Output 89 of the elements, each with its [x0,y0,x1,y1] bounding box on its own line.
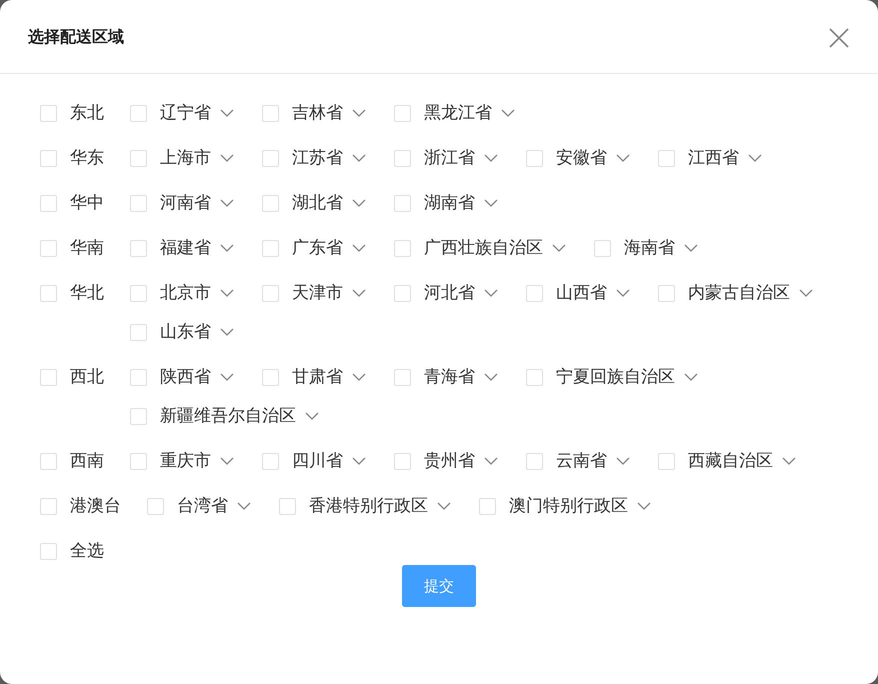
checkbox[interactable] [40,240,57,256]
checkbox[interactable] [279,498,296,514]
province-label: 天津市 [292,283,343,303]
province-label: 海南省 [624,238,675,258]
checkbox[interactable] [394,150,411,166]
region-label: 东北 [70,103,104,123]
checkbox[interactable] [40,542,57,560]
checkbox[interactable] [526,368,543,386]
checkbox[interactable] [262,150,279,166]
checkbox[interactable] [394,240,411,256]
region-label: 西北 [70,367,104,387]
checkbox[interactable] [130,240,147,256]
checkbox[interactable] [658,452,675,470]
checkbox[interactable] [40,284,57,302]
province-label: 北京市 [160,283,211,303]
province-label: 湖南省 [424,193,475,213]
checkbox[interactable] [262,452,279,470]
checkbox[interactable] [130,324,147,340]
checkbox[interactable] [394,284,411,302]
checkbox[interactable] [40,104,57,122]
checkbox[interactable] [40,194,57,212]
submit-button[interactable]: 提交 [402,565,476,607]
province-label: 河南省 [160,193,211,213]
province-label: 西藏自治区 [688,451,773,471]
province-label: 宁夏回族自治区 [556,367,675,387]
province-label: 云南省 [556,451,607,471]
region-label: 港澳台 [70,496,121,516]
checkbox[interactable] [130,408,147,424]
checkbox[interactable] [658,284,675,302]
province-label: 上海市 [160,148,211,168]
checkbox[interactable] [130,284,147,302]
province-label: 浙江省 [424,148,475,168]
province-label: 江西省 [688,148,739,168]
province-label: 山东省 [160,322,211,342]
checkbox[interactable] [40,150,57,166]
province-label: 内蒙古自治区 [688,283,790,303]
checkbox[interactable] [658,150,675,166]
checkbox[interactable] [526,150,543,166]
province-label: 陕西省 [160,367,211,387]
checkbox[interactable] [394,104,411,122]
province-label: 江苏省 [292,148,343,168]
checkbox[interactable] [262,240,279,256]
province-label: 广东省 [292,238,343,258]
region-label: 西南 [70,451,104,471]
checkbox[interactable] [40,452,57,470]
province-label: 青海省 [424,367,475,387]
checkbox[interactable] [394,452,411,470]
checkbox[interactable] [526,284,543,302]
checkbox[interactable] [262,368,279,386]
province-label: 台湾省 [177,496,228,516]
province-label: 辽宁省 [160,103,211,123]
checkbox[interactable] [262,284,279,302]
region-label: 华中 [70,193,104,213]
checkbox[interactable] [147,498,164,514]
checkbox[interactable] [130,104,147,122]
checkbox[interactable] [594,240,611,256]
province-label: 河北省 [424,283,475,303]
checkbox[interactable] [394,368,411,386]
region-label: 华南 [70,238,104,258]
region-label: 华北 [70,283,104,303]
province-label: 澳门特别行政区 [509,496,628,516]
province-label: 吉林省 [292,103,343,123]
checkbox[interactable] [394,194,411,212]
region-label: 华东 [70,148,104,168]
province-label: 福建省 [160,238,211,258]
province-label: 湖北省 [292,193,343,213]
dialog-title: 选择配送区域 [28,26,124,48]
checkbox[interactable] [40,368,57,386]
province-label: 甘肃省 [292,367,343,387]
province-label: 安徽省 [556,148,607,168]
province-label: 香港特别行政区 [309,496,428,516]
province-label: 广西壮族自治区 [424,238,543,258]
checkbox[interactable] [130,194,147,212]
province-label: 重庆市 [160,451,211,471]
checkbox[interactable] [262,104,279,122]
province-label: 新疆维吾尔自治区 [160,406,296,426]
checkbox[interactable] [130,150,147,166]
province-label: 山西省 [556,283,607,303]
checkbox[interactable] [479,498,496,514]
province-label: 四川省 [292,451,343,471]
checkbox[interactable] [130,368,147,386]
province-label: 贵州省 [424,451,475,471]
select-all-label: 全选 [70,541,104,561]
checkbox[interactable] [130,452,147,470]
checkbox[interactable] [526,452,543,470]
province-label: 黑龙江省 [424,103,492,123]
checkbox[interactable] [262,194,279,212]
checkbox[interactable] [40,498,57,514]
close-icon[interactable] [828,26,850,48]
